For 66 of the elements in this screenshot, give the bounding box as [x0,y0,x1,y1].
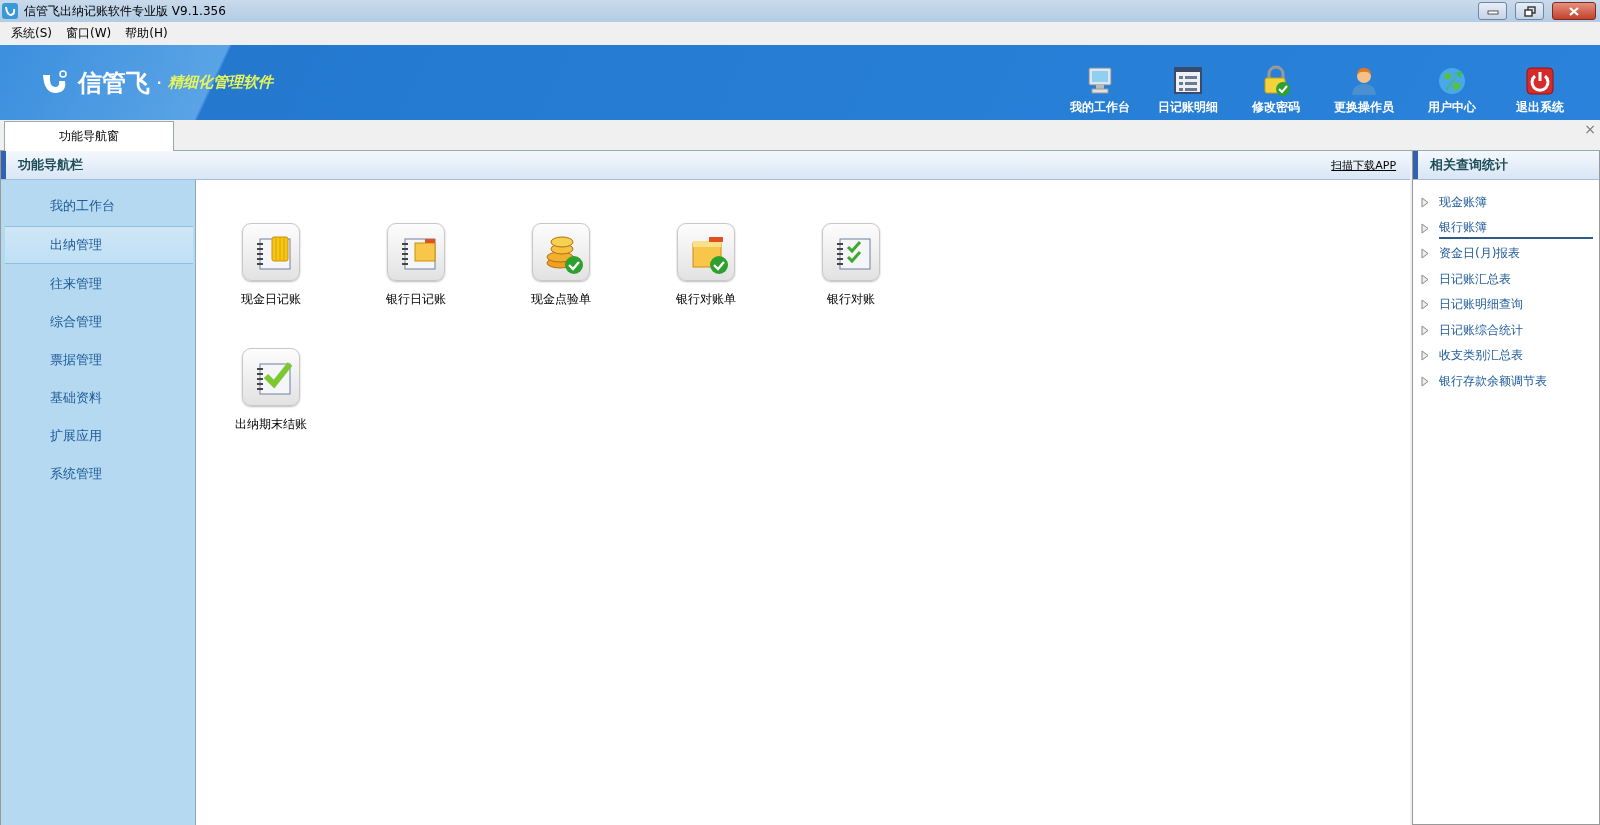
triangle-icon [1421,273,1430,285]
query-link[interactable]: 银行存款余额调节表 [1439,371,1593,391]
sidebar-item[interactable]: 基础资料 [5,380,193,416]
function-button[interactable] [242,348,300,406]
app-logo-icon [2,3,18,19]
function-label[interactable]: 出纳期末结账 [235,416,307,433]
panel-title: 功能导航栏 [18,156,83,174]
function-label[interactable]: 银行日记账 [386,291,446,308]
header-accent-bar [1,151,6,179]
tab[interactable]: 功能导航窗 [4,121,174,151]
function-label[interactable]: 现金点验单 [531,291,591,308]
menu-item[interactable]: 窗口(W) [59,25,119,42]
power-icon [1524,65,1556,97]
sidebar-item[interactable]: 票据管理 [5,342,193,378]
close-button[interactable] [1552,2,1596,20]
panel-title: 相关查询统计 [1430,156,1509,174]
triangle-icon [1421,375,1430,387]
toolbar-button[interactable]: 更换操作员 [1320,65,1408,116]
function-label[interactable]: 现金日记账 [241,291,301,308]
toolbar-button[interactable]: 退出系统 [1496,65,1584,116]
brand-name: 信管飞 [78,67,150,99]
download-app-link[interactable]: 扫描下载APP [1331,157,1397,173]
separator-dot: · [156,70,163,95]
function-button[interactable] [242,223,300,281]
function-button[interactable] [677,223,735,281]
window-title: 信管飞出纳记账软件专业版 V9.1.356 [24,2,226,20]
sidebar-item[interactable]: 系统管理 [5,456,193,492]
sidebar-item[interactable]: 扩展应用 [5,418,193,454]
sidebar-item[interactable]: 往来管理 [5,266,193,302]
close-tab-button[interactable]: × [1584,121,1596,137]
toolbar-button[interactable]: 日记账明细 [1144,65,1232,116]
toolbar-button[interactable]: 我的工作台 [1056,65,1144,116]
sidebar-item[interactable]: 出纳管理 [5,226,193,264]
brand-slogan: 精细化管理软件 [168,73,274,92]
query-link[interactable]: 资金日(月)报表 [1439,244,1593,264]
function-button[interactable] [387,223,445,281]
function-button[interactable] [822,223,880,281]
function-button[interactable] [532,223,590,281]
minimize-button[interactable] [1478,2,1507,20]
query-link[interactable]: 日记账明细查询 [1439,295,1593,315]
list-icon [1172,65,1204,97]
triangle-icon [1421,222,1430,234]
function-label[interactable]: 银行对账 [827,291,875,308]
query-link[interactable]: 银行账簿 [1439,217,1593,239]
sidebar-item[interactable]: 我的工作台 [5,188,193,224]
triangle-icon [1421,248,1430,260]
restore-icon [1523,5,1536,17]
function-label[interactable]: 银行对账单 [676,291,736,308]
query-link[interactable]: 收支类别汇总表 [1439,346,1593,366]
toolbar-button[interactable]: 修改密码 [1232,65,1320,116]
close-icon [1568,5,1580,17]
sidebar-item[interactable]: 综合管理 [5,304,193,340]
triangle-icon [1421,350,1430,362]
toolbar-button[interactable]: 用户中心 [1408,65,1496,116]
menu-item[interactable]: 帮助(H) [118,25,175,42]
header-accent-bar [1413,151,1419,179]
globe-icon [1436,65,1468,97]
query-link[interactable]: 现金账簿 [1439,193,1593,213]
triangle-icon [1421,324,1430,336]
minimize-icon [1486,7,1499,15]
triangle-icon [1421,197,1430,209]
query-link[interactable]: 日记账汇总表 [1439,269,1593,289]
triangle-icon [1421,299,1430,311]
query-link[interactable]: 日记账综合统计 [1439,320,1593,340]
menu-item[interactable]: 系统(S) [4,25,59,42]
restore-button[interactable] [1515,2,1544,20]
